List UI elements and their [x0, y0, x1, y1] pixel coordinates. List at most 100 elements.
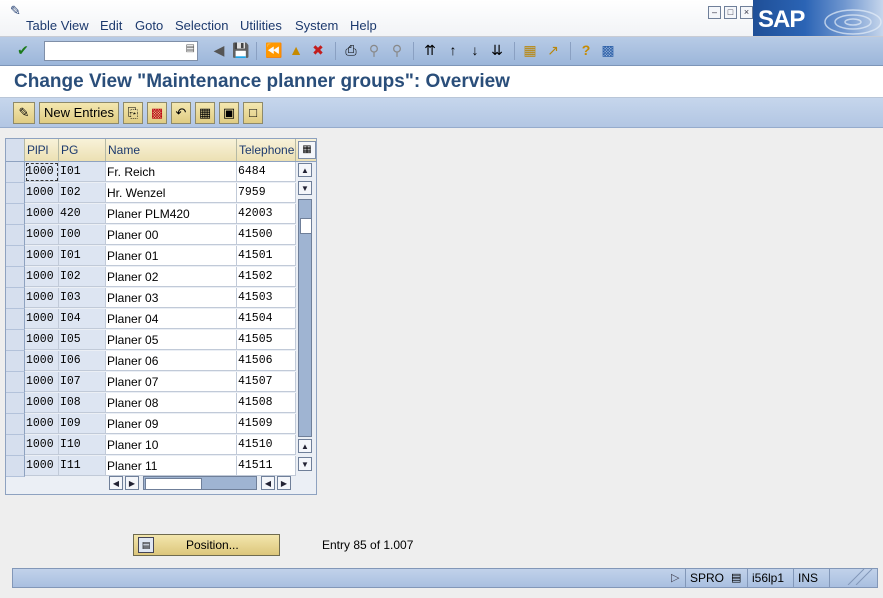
cell-plpl[interactable]: 1000 — [25, 288, 59, 308]
row-selector[interactable] — [6, 330, 25, 351]
cell-name[interactable]: Hr. Wenzel — [106, 183, 237, 203]
first-page-icon[interactable]: ⇈ — [422, 42, 438, 58]
select-block-icon[interactable]: ▣ — [219, 102, 239, 124]
cell-telephone[interactable]: 41510 — [237, 435, 296, 455]
row-selector[interactable] — [6, 372, 25, 393]
cell-telephone[interactable]: 41501 — [237, 246, 296, 266]
cancel-icon[interactable]: ✖ — [310, 42, 326, 58]
cell-plpl[interactable]: 1000 — [25, 456, 59, 476]
row-selector[interactable] — [6, 162, 25, 183]
cell-pg[interactable]: I10 — [59, 435, 106, 455]
cell-pg[interactable]: I05 — [59, 330, 106, 350]
row-selector[interactable] — [6, 204, 25, 225]
row-selector[interactable] — [6, 393, 25, 414]
cell-pg[interactable]: 420 — [59, 204, 106, 224]
scroll-page-down-icon[interactable]: ▲ — [298, 439, 312, 453]
cell-telephone[interactable]: 41509 — [237, 414, 296, 434]
print-icon[interactable]: ⎙ — [343, 42, 359, 58]
menu-utilities[interactable]: Utilities — [240, 18, 282, 33]
select-all-rows-cell[interactable] — [6, 139, 25, 161]
cell-plpl[interactable]: 1000 — [25, 414, 59, 434]
cell-telephone[interactable]: 41507 — [237, 372, 296, 392]
exit-icon[interactable]: ▲ — [288, 42, 304, 58]
command-history-icon[interactable]: ▤ — [186, 43, 195, 54]
cell-name[interactable]: Planer 04 — [106, 309, 237, 329]
cell-telephone[interactable]: 41511 — [237, 456, 296, 476]
back-icon[interactable]: ⏪ — [265, 42, 282, 58]
cell-telephone[interactable]: 41500 — [237, 225, 296, 245]
cell-pg[interactable]: I02 — [59, 267, 106, 287]
cell-pg[interactable]: I00 — [59, 225, 106, 245]
cell-pg[interactable]: I04 — [59, 309, 106, 329]
cell-telephone[interactable]: 41506 — [237, 351, 296, 371]
cell-plpl[interactable]: 1000 — [25, 267, 59, 287]
cell-name[interactable]: Fr. Reich — [106, 162, 237, 182]
row-selector[interactable] — [6, 456, 25, 477]
cell-name[interactable]: Planer 07 — [106, 372, 237, 392]
cell-plpl[interactable]: 1000 — [25, 309, 59, 329]
column-header-name[interactable]: Name — [106, 139, 237, 161]
cell-name[interactable]: Planer 06 — [106, 351, 237, 371]
cell-name[interactable]: Planer 05 — [106, 330, 237, 350]
cell-plpl[interactable]: 1000 — [25, 183, 59, 203]
row-selector[interactable] — [6, 288, 25, 309]
cell-name[interactable]: Planer 08 — [106, 393, 237, 413]
find-next-icon[interactable]: ⚲ — [389, 42, 405, 58]
delete-icon[interactable]: ▩ — [147, 102, 167, 124]
next-page-icon[interactable]: ↓ — [467, 42, 483, 58]
row-selector[interactable] — [6, 225, 25, 246]
row-selector[interactable] — [6, 414, 25, 435]
column-header-plpl[interactable]: PlPl — [25, 139, 59, 161]
menu-selection[interactable]: Selection — [175, 18, 228, 33]
cell-plpl[interactable]: 1000 — [25, 372, 59, 392]
scroll-left-page-icon[interactable]: ◀ — [109, 476, 123, 490]
cell-name[interactable]: Planer 01 — [106, 246, 237, 266]
minimize-icon[interactable]: – — [708, 6, 721, 19]
column-header-telephone[interactable]: Telephone — [237, 139, 296, 161]
cell-telephone[interactable]: 7959 — [237, 183, 296, 203]
find-icon[interactable]: ⚲ — [366, 42, 382, 58]
scroll-up-icon[interactable]: ▲ — [298, 163, 312, 177]
menu-goto[interactable]: Goto — [135, 18, 163, 33]
cell-name[interactable]: Planer 00 — [106, 225, 237, 245]
previous-page-icon[interactable]: ↑ — [445, 42, 461, 58]
scroll-down-icon[interactable]: ▼ — [298, 457, 312, 471]
close-icon[interactable]: × — [740, 6, 753, 19]
cell-name[interactable]: Planer 11 — [106, 456, 237, 476]
status-expand-icon[interactable]: ▷ — [671, 571, 679, 584]
cell-pg[interactable]: I03 — [59, 288, 106, 308]
display-change-icon[interactable]: ✎ — [13, 102, 35, 124]
table-settings-icon[interactable]: ▦ — [298, 141, 316, 159]
cell-plpl[interactable]: 1000 — [25, 246, 59, 266]
cell-name[interactable]: Planer 10 — [106, 435, 237, 455]
system-menu-icon[interactable]: ✎ — [10, 3, 21, 19]
row-selector[interactable] — [6, 267, 25, 288]
cell-pg[interactable]: I06 — [59, 351, 106, 371]
row-selector[interactable] — [6, 246, 25, 267]
select-all-icon[interactable]: ▦ — [195, 102, 215, 124]
cell-plpl[interactable]: 1000 — [25, 435, 59, 455]
deselect-all-icon[interactable]: □ — [243, 102, 263, 124]
scroll-page-up-icon[interactable]: ▼ — [298, 181, 312, 195]
vertical-scroll-thumb[interactable] — [300, 218, 312, 234]
cell-telephone[interactable]: 6484 — [237, 162, 296, 182]
menu-help[interactable]: Help — [350, 18, 377, 33]
copy-as-icon[interactable]: ⎘ — [123, 102, 143, 124]
row-selector[interactable] — [6, 435, 25, 456]
cell-pg[interactable]: I11 — [59, 456, 106, 476]
cell-pg[interactable]: I01 — [59, 246, 106, 266]
scroll-right-page-icon[interactable]: ▶ — [277, 476, 291, 490]
menu-edit[interactable]: Edit — [100, 18, 122, 33]
column-header-pg[interactable]: PG — [59, 139, 106, 161]
cell-plpl[interactable]: 1000 — [25, 330, 59, 350]
horizontal-scroll-thumb[interactable] — [145, 478, 202, 490]
scroll-right-icon[interactable]: ◀ — [261, 476, 275, 490]
cell-telephone[interactable]: 41502 — [237, 267, 296, 287]
cell-telephone[interactable]: 41503 — [237, 288, 296, 308]
cell-plpl[interactable]: 1000 — [25, 393, 59, 413]
cell-plpl[interactable]: 1000 — [25, 225, 59, 245]
cell-name[interactable]: Planer 03 — [106, 288, 237, 308]
cell-telephone[interactable]: 42003 — [237, 204, 296, 224]
cell-telephone[interactable]: 41508 — [237, 393, 296, 413]
shortcut-icon[interactable]: ↗ — [545, 42, 561, 58]
